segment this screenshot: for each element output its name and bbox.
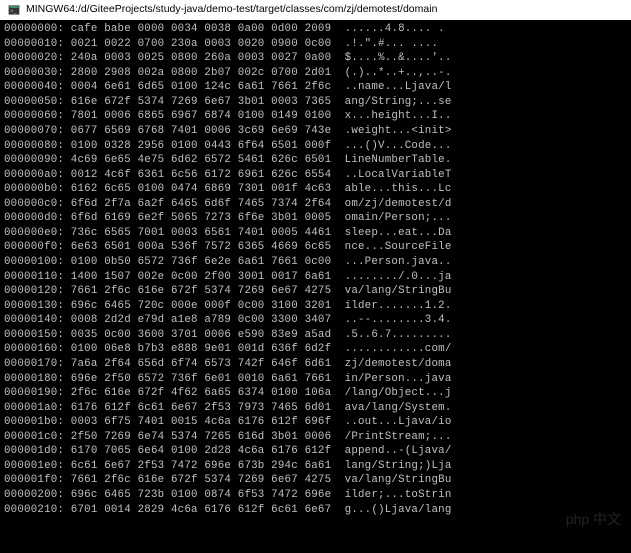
- hex-line: 000001d0: 6170 7065 6e64 0100 2d28 4c6a …: [4, 444, 627, 459]
- hex-line: 00000020: 240a 0003 0025 0800 260a 0003 …: [4, 51, 627, 66]
- hex-line: 00000070: 0677 6569 6768 7401 0006 3c69 …: [4, 124, 627, 139]
- terminal-icon: >_: [8, 4, 20, 16]
- hex-line: 00000120: 7661 2f6c 616e 672f 5374 7269 …: [4, 284, 627, 299]
- hex-line: 00000110: 1400 1507 002e 0c00 2f00 3001 …: [4, 270, 627, 285]
- hex-line: 00000040: 0004 6e61 6d65 0100 124c 6a61 …: [4, 80, 627, 95]
- hex-line: 000000a0: 0012 4c6f 6361 6c56 6172 6961 …: [4, 168, 627, 183]
- hex-line: 000001a0: 6176 612f 6c61 6e67 2f53 7973 …: [4, 401, 627, 416]
- hex-line: 00000010: 0021 0022 0700 230a 0003 0020 …: [4, 37, 627, 52]
- hex-line: 00000080: 0100 0328 2956 0100 0443 6f64 …: [4, 139, 627, 154]
- hex-line: 00000170: 7a6a 2f64 656d 6f74 6573 742f …: [4, 357, 627, 372]
- hex-line: 000000d0: 6f6d 6169 6e2f 5065 7273 6f6e …: [4, 211, 627, 226]
- hex-line: 00000030: 2800 2908 002a 0800 2b07 002c …: [4, 66, 627, 81]
- hex-line: 000001e0: 6c61 6e67 2f53 7472 696e 673b …: [4, 459, 627, 474]
- title-bar: >_ MINGW64:/d/GiteeProjects/study-java/d…: [0, 0, 631, 20]
- hex-line: 00000140: 0008 2d2d e79d a1e8 a789 0c00 …: [4, 313, 627, 328]
- hex-line: 000000c0: 6f6d 2f7a 6a2f 6465 6d6f 7465 …: [4, 197, 627, 212]
- hex-line: 000001f0: 7661 2f6c 616e 672f 5374 7269 …: [4, 473, 627, 488]
- hex-line: 000000f0: 6e63 6501 000a 536f 7572 6365 …: [4, 240, 627, 255]
- hex-line: 00000210: 6701 0014 2829 4c6a 6176 612f …: [4, 503, 627, 518]
- hex-line: 00000160: 0100 06e8 b7b3 e888 9e01 001d …: [4, 342, 627, 357]
- svg-text:>_: >_: [10, 8, 16, 14]
- hex-line: 00000190: 2f6c 616e 672f 4f62 6a65 6374 …: [4, 386, 627, 401]
- hex-line: 000001c0: 2f50 7269 6e74 5374 7265 616d …: [4, 430, 627, 445]
- hex-line: 00000050: 616e 672f 5374 7269 6e67 3b01 …: [4, 95, 627, 110]
- hex-line: 000000e0: 736c 6565 7001 0003 6561 7401 …: [4, 226, 627, 241]
- hex-dump-area[interactable]: 00000000: cafe babe 0000 0034 0038 0a00 …: [0, 20, 631, 519]
- hex-line: 00000180: 696e 2f50 6572 736f 6e01 0010 …: [4, 372, 627, 387]
- hex-line: 000000b0: 6162 6c65 0100 0474 6869 7301 …: [4, 182, 627, 197]
- hex-line: 00000000: cafe babe 0000 0034 0038 0a00 …: [4, 22, 627, 37]
- hex-line: 00000130: 696c 6465 720c 000e 000f 0c00 …: [4, 299, 627, 314]
- hex-line: 00000060: 7801 0006 6865 6967 6874 0100 …: [4, 109, 627, 124]
- hex-line: 00000090: 4c69 6e65 4e75 6d62 6572 5461 …: [4, 153, 627, 168]
- hex-line: 00000150: 0035 0c00 3600 3701 0006 e590 …: [4, 328, 627, 343]
- hex-line: 00000100: 0100 0b50 6572 736f 6e2e 6a61 …: [4, 255, 627, 270]
- hex-line: 000001b0: 0003 6f75 7401 0015 4c6a 6176 …: [4, 415, 627, 430]
- window-title: MINGW64:/d/GiteeProjects/study-java/demo…: [26, 3, 437, 17]
- hex-line: 00000200: 696c 6465 723b 0100 0874 6f53 …: [4, 488, 627, 503]
